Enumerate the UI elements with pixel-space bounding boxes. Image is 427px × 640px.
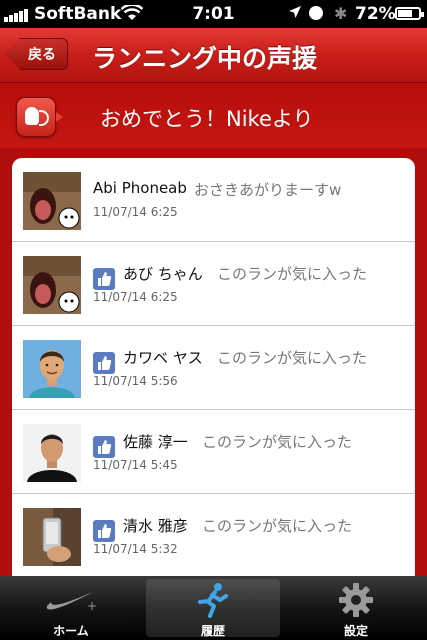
tab-label: ホーム (53, 624, 89, 638)
avatar (23, 424, 81, 482)
tab-history[interactable]: 履歴 (142, 576, 284, 640)
like-thumbs-up-icon (93, 352, 115, 374)
voice-cheer-icon (16, 97, 63, 137)
navigation-bar: 戻る ランニング中の声援 (0, 28, 427, 83)
tab-bar: + ホーム 履歴 設定 (0, 576, 427, 640)
entry-name: カワベ ヤス (123, 349, 203, 367)
status-bar: SoftBank 7:01 ✱ 72% (0, 0, 427, 28)
entry-date: 11/07/14 6:25 (93, 290, 178, 304)
entry-comment: このランが気に入った (217, 265, 368, 283)
alarm-clock-icon (309, 6, 323, 20)
avatar (23, 340, 81, 398)
gear-icon (338, 582, 374, 622)
like-thumbs-up-icon (93, 268, 115, 290)
list-item[interactable]: Abi Phoneab おさきあがりまーすw 11/07/14 6:25 (12, 158, 415, 242)
entry-name: Abi Phoneab (93, 179, 187, 197)
runner-icon (196, 582, 230, 622)
entry-comment: このランが気に入った (202, 517, 353, 535)
list-item[interactable]: 清水 雅彦 このランが気に入った 11/07/14 5:32 (12, 494, 415, 578)
entry-comment: このランが気に入った (217, 349, 368, 367)
entry-date: 11/07/14 5:56 (93, 374, 178, 388)
entry-comment: おさきあがりまーすw (194, 181, 342, 199)
entry-date: 11/07/14 5:32 (93, 542, 178, 556)
battery-percent: 72% (355, 4, 396, 24)
entry-date: 11/07/14 6:25 (93, 205, 178, 219)
cheer-notice-text: おめでとう！Nikeより (100, 107, 314, 131)
list-item[interactable]: あび ちゃん このランが気に入った 11/07/14 6:25 (12, 242, 415, 326)
tab-home[interactable]: + ホーム (0, 576, 142, 640)
entry-name: 佐藤 淳一 (123, 433, 188, 451)
tab-label: 設定 (343, 624, 368, 638)
entry-comment: このランが気に入った (202, 433, 353, 451)
location-icon (288, 5, 302, 23)
avatar (23, 256, 81, 314)
entry-name: 清水 雅彦 (123, 517, 188, 535)
back-button[interactable]: 戻る (6, 38, 68, 70)
tab-label: 履歴 (200, 624, 225, 638)
avatar (23, 172, 81, 230)
page-title: ランニング中の声援 (92, 44, 318, 73)
list-item[interactable]: カワベ ヤス このランが気に入った 11/07/14 5:56 (12, 326, 415, 410)
like-thumbs-up-icon (93, 436, 115, 458)
bluetooth-icon: ✱ (334, 4, 348, 23)
list-item[interactable]: 佐藤 淳一 このランが気に入った 11/07/14 5:45 (12, 410, 415, 494)
cheer-list: Abi Phoneab おさきあがりまーすw 11/07/14 6:25 あび … (12, 158, 415, 588)
tab-settings[interactable]: 設定 (285, 576, 427, 640)
svg-text:+: + (87, 599, 97, 612)
avatar (23, 508, 81, 566)
like-thumbs-up-icon (93, 520, 115, 542)
nike-swoosh-icon: + (45, 588, 97, 616)
entry-name: あび ちゃん (123, 265, 203, 283)
cheer-notice-bar: おめでとう！Nikeより (0, 83, 427, 148)
entry-date: 11/07/14 5:45 (93, 458, 178, 472)
battery-icon (395, 7, 424, 20)
